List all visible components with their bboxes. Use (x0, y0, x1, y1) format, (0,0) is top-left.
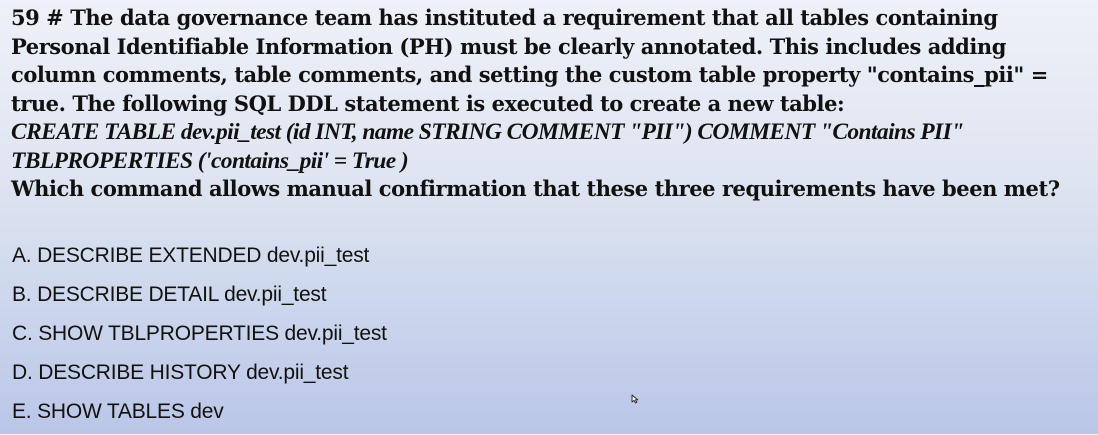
option-a[interactable]: A. DESCRIBE EXTENDED dev.pii_test (12, 240, 387, 279)
question-text: 59 # The data governance team has instit… (11, 4, 1093, 204)
question-line: column comments, table comments, and set… (11, 62, 1048, 87)
option-c[interactable]: C. SHOW TBLPROPERTIES dev.pii_test (12, 318, 387, 357)
sql-code-line: CREATE TABLE dev.pii_test (id INT, name … (11, 119, 964, 145)
question-line: true. The following SQL DDL statement is… (11, 90, 845, 116)
sql-code-line: TBLPROPERTIES ('contains_pii' = True ) (11, 147, 409, 174)
mouse-cursor-icon (630, 391, 640, 404)
question-line: Personal Identifiable Information (PH) m… (11, 33, 1006, 59)
option-d[interactable]: D. DESCRIBE HISTORY dev.pii_test (12, 357, 387, 396)
question-prompt: Which command allows manual confirmation… (11, 176, 1060, 201)
question-line: 59 # The data governance team has instit… (11, 5, 998, 30)
answer-options: A. DESCRIBE EXTENDED dev.pii_test B. DES… (12, 240, 387, 435)
option-e[interactable]: E. SHOW TABLES dev (12, 396, 387, 435)
option-b[interactable]: B. DESCRIBE DETAIL dev.pii_test (12, 279, 387, 318)
